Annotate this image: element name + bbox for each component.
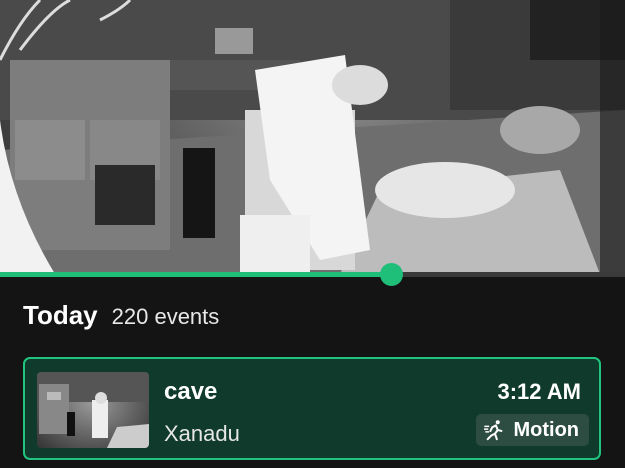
running-person-icon [484, 420, 503, 441]
timeline-header: Today 220 events [23, 300, 219, 331]
timeline-title: Today [23, 300, 98, 330]
night-vision-scene [0, 0, 625, 274]
camera-location: Xanadu [164, 421, 240, 446]
event-card[interactable]: cave Xanadu 3:12 AM Motion [23, 357, 601, 460]
scrubber-handle[interactable] [380, 263, 404, 286]
camera-name: cave [164, 378, 218, 405]
scrubber-progress [0, 272, 392, 277]
event-thumbnail [37, 372, 149, 448]
motion-badge: Motion [476, 414, 589, 446]
camera-video-feed[interactable] [0, 0, 625, 274]
video-scrubber[interactable] [0, 263, 625, 286]
event-time: 3:12 AM [497, 379, 581, 404]
event-count: 220 events [111, 304, 220, 329]
motion-label: Motion [513, 418, 579, 441]
